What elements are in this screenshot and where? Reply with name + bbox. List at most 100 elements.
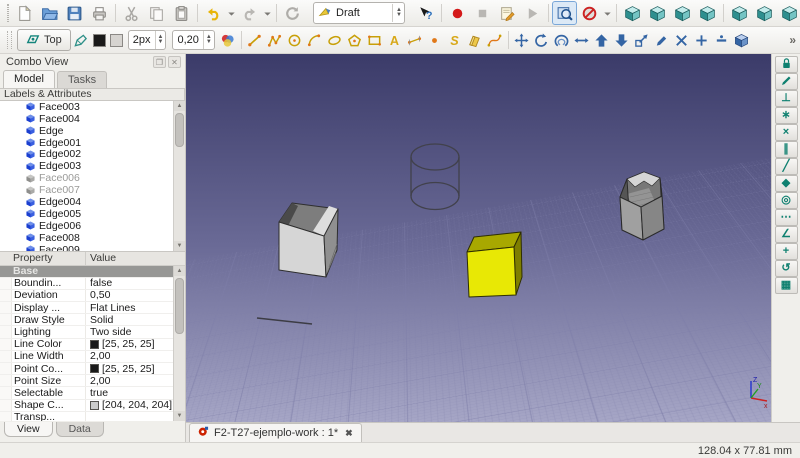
panel-close-icon[interactable]: ✕: [168, 55, 181, 68]
scroll-down-icon[interactable]: ▼: [174, 240, 185, 251]
snap-extension-button[interactable]: ╱: [774, 158, 798, 175]
tab-view[interactable]: View: [4, 422, 53, 438]
panel-float-icon[interactable]: ❐: [153, 55, 166, 68]
undo-dropdown-button[interactable]: [226, 1, 237, 25]
view-right-button[interactable]: [695, 1, 720, 25]
view-bottom-button[interactable]: [752, 1, 777, 25]
toolbar-grip[interactable]: [7, 4, 9, 22]
cut-button[interactable]: [119, 1, 144, 25]
workbench-selector[interactable]: Draft ▲ ▼: [313, 2, 405, 24]
macro-edit-button[interactable]: [495, 1, 520, 25]
property-row[interactable]: Point Size 2,00: [0, 375, 173, 388]
tree-item[interactable]: Edge004: [0, 196, 173, 208]
tree-item[interactable]: Face006: [0, 172, 173, 184]
subelement-button[interactable]: [672, 29, 692, 51]
property-value[interactable]: [204, 204, 204]: [86, 400, 173, 411]
property-row[interactable]: Selectable true: [0, 387, 173, 400]
tree-item[interactable]: Edge: [0, 125, 173, 137]
scroll-up-icon[interactable]: ▲: [174, 100, 185, 111]
property-scrollbar[interactable]: ▲ ▼: [173, 265, 185, 422]
trimex-button[interactable]: [572, 29, 592, 51]
open-file-button[interactable]: [37, 1, 62, 25]
workbench-selector-stepper[interactable]: ▲ ▼: [392, 4, 402, 22]
rotate-button[interactable]: [532, 29, 552, 51]
downgrade-button[interactable]: [612, 29, 632, 51]
snap-parallel-button[interactable]: ∥: [774, 141, 798, 158]
property-value[interactable]: Flat Lines: [86, 302, 173, 313]
view-axonometric-button[interactable]: [620, 1, 645, 25]
global-scale-stepper[interactable]: ▲ ▼: [202, 31, 214, 49]
hex-prism-object[interactable]: [619, 171, 665, 241]
cylinder-wireframe-object[interactable]: [410, 143, 460, 211]
fit-all-button[interactable]: [552, 1, 577, 25]
del-point-button[interactable]: [712, 29, 732, 51]
tree-item[interactable]: Edge001: [0, 137, 173, 149]
autogroup-button[interactable]: [218, 29, 238, 51]
toggle-grid-button[interactable]: ▦: [774, 277, 798, 294]
property-value[interactable]: Two side: [86, 326, 173, 337]
property-row[interactable]: Draw Style Solid: [0, 314, 173, 327]
whats-this-button[interactable]: ?: [413, 1, 438, 25]
shapestring-tool-button[interactable]: S: [445, 29, 465, 51]
view-top-button[interactable]: [670, 1, 695, 25]
snap-near-button[interactable]: ∠: [774, 226, 798, 243]
property-value[interactable]: [86, 412, 173, 421]
document-close-icon[interactable]: ✖: [345, 428, 353, 439]
view-rear-button[interactable]: [727, 1, 752, 25]
tab-data[interactable]: Data: [55, 422, 104, 438]
property-value[interactable]: true: [86, 387, 173, 398]
property-row[interactable]: Shape C... [204, 204, 204]: [0, 399, 173, 412]
rectangle-tool-button[interactable]: [365, 29, 385, 51]
face-color-swatch[interactable]: [109, 33, 123, 47]
macro-play-button[interactable]: [520, 1, 545, 25]
draft2sketch-button[interactable]: [732, 29, 752, 51]
draw-style-dropdown-button[interactable]: [602, 1, 613, 25]
property-group-row[interactable]: Base: [0, 265, 173, 278]
view-front-button[interactable]: [645, 1, 670, 25]
refresh-button[interactable]: [280, 1, 305, 25]
line-button[interactable]: [245, 29, 265, 51]
redo-dropdown-button[interactable]: [262, 1, 273, 25]
arc-button[interactable]: [305, 29, 325, 51]
toolbar-overflow-button[interactable]: »: [789, 33, 796, 47]
snap-ortho-button[interactable]: +: [774, 243, 798, 260]
document-tab[interactable]: F2-T27-ejemplo-work : 1* ✖: [189, 423, 362, 442]
snap-working-plane-button[interactable]: ↺: [774, 260, 798, 277]
snap-lock-button[interactable]: [774, 56, 798, 73]
macro-stop-button[interactable]: [470, 1, 495, 25]
tree-item[interactable]: Edge003: [0, 160, 173, 172]
construction-mode-button[interactable]: [71, 29, 91, 51]
text-tool-button[interactable]: A: [385, 29, 405, 51]
line-width-spinbox[interactable]: 2px ▲ ▼: [127, 30, 167, 50]
tree-scrollbar[interactable]: ▲ ▼: [173, 100, 185, 251]
bezier-tool-button[interactable]: [485, 29, 505, 51]
line-color-swatch[interactable]: [92, 33, 106, 47]
scroll-down-icon[interactable]: ▼: [174, 411, 185, 422]
tree-item[interactable]: Face003: [0, 101, 173, 113]
property-value[interactable]: Solid: [86, 314, 173, 325]
tree-item[interactable]: Edge006: [0, 220, 173, 232]
facebinder-tool-button[interactable]: [465, 29, 485, 51]
yellow-cube-object[interactable]: [466, 231, 523, 298]
scroll-up-icon[interactable]: ▲: [174, 265, 185, 276]
offset-button[interactable]: [552, 29, 572, 51]
toolbar-grip[interactable]: [7, 31, 12, 49]
ellipse-tool-button[interactable]: [325, 29, 345, 51]
edit-tool-button[interactable]: [652, 29, 672, 51]
tree-item[interactable]: Face009: [0, 244, 173, 251]
print-button[interactable]: [87, 1, 112, 25]
circle-tool-button[interactable]: [285, 29, 305, 51]
snap-angle-button[interactable]: ∗: [774, 107, 798, 124]
open-box-object[interactable]: [278, 202, 339, 278]
save-file-button[interactable]: [62, 1, 87, 25]
global-scale-spinbox[interactable]: 0,20 ▲ ▼: [172, 30, 215, 50]
tab-model[interactable]: Model: [3, 69, 55, 88]
snap-endpoint-button[interactable]: [774, 73, 798, 90]
polygon-tool-button[interactable]: [345, 29, 365, 51]
wire-button[interactable]: [265, 29, 285, 51]
property-value[interactable]: 2,00: [86, 375, 173, 386]
snap-intersection-button[interactable]: ×: [774, 124, 798, 141]
dimension-tool-button[interactable]: [405, 29, 425, 51]
property-row[interactable]: Display ... Flat Lines: [0, 302, 173, 315]
paste-button[interactable]: [169, 1, 194, 25]
